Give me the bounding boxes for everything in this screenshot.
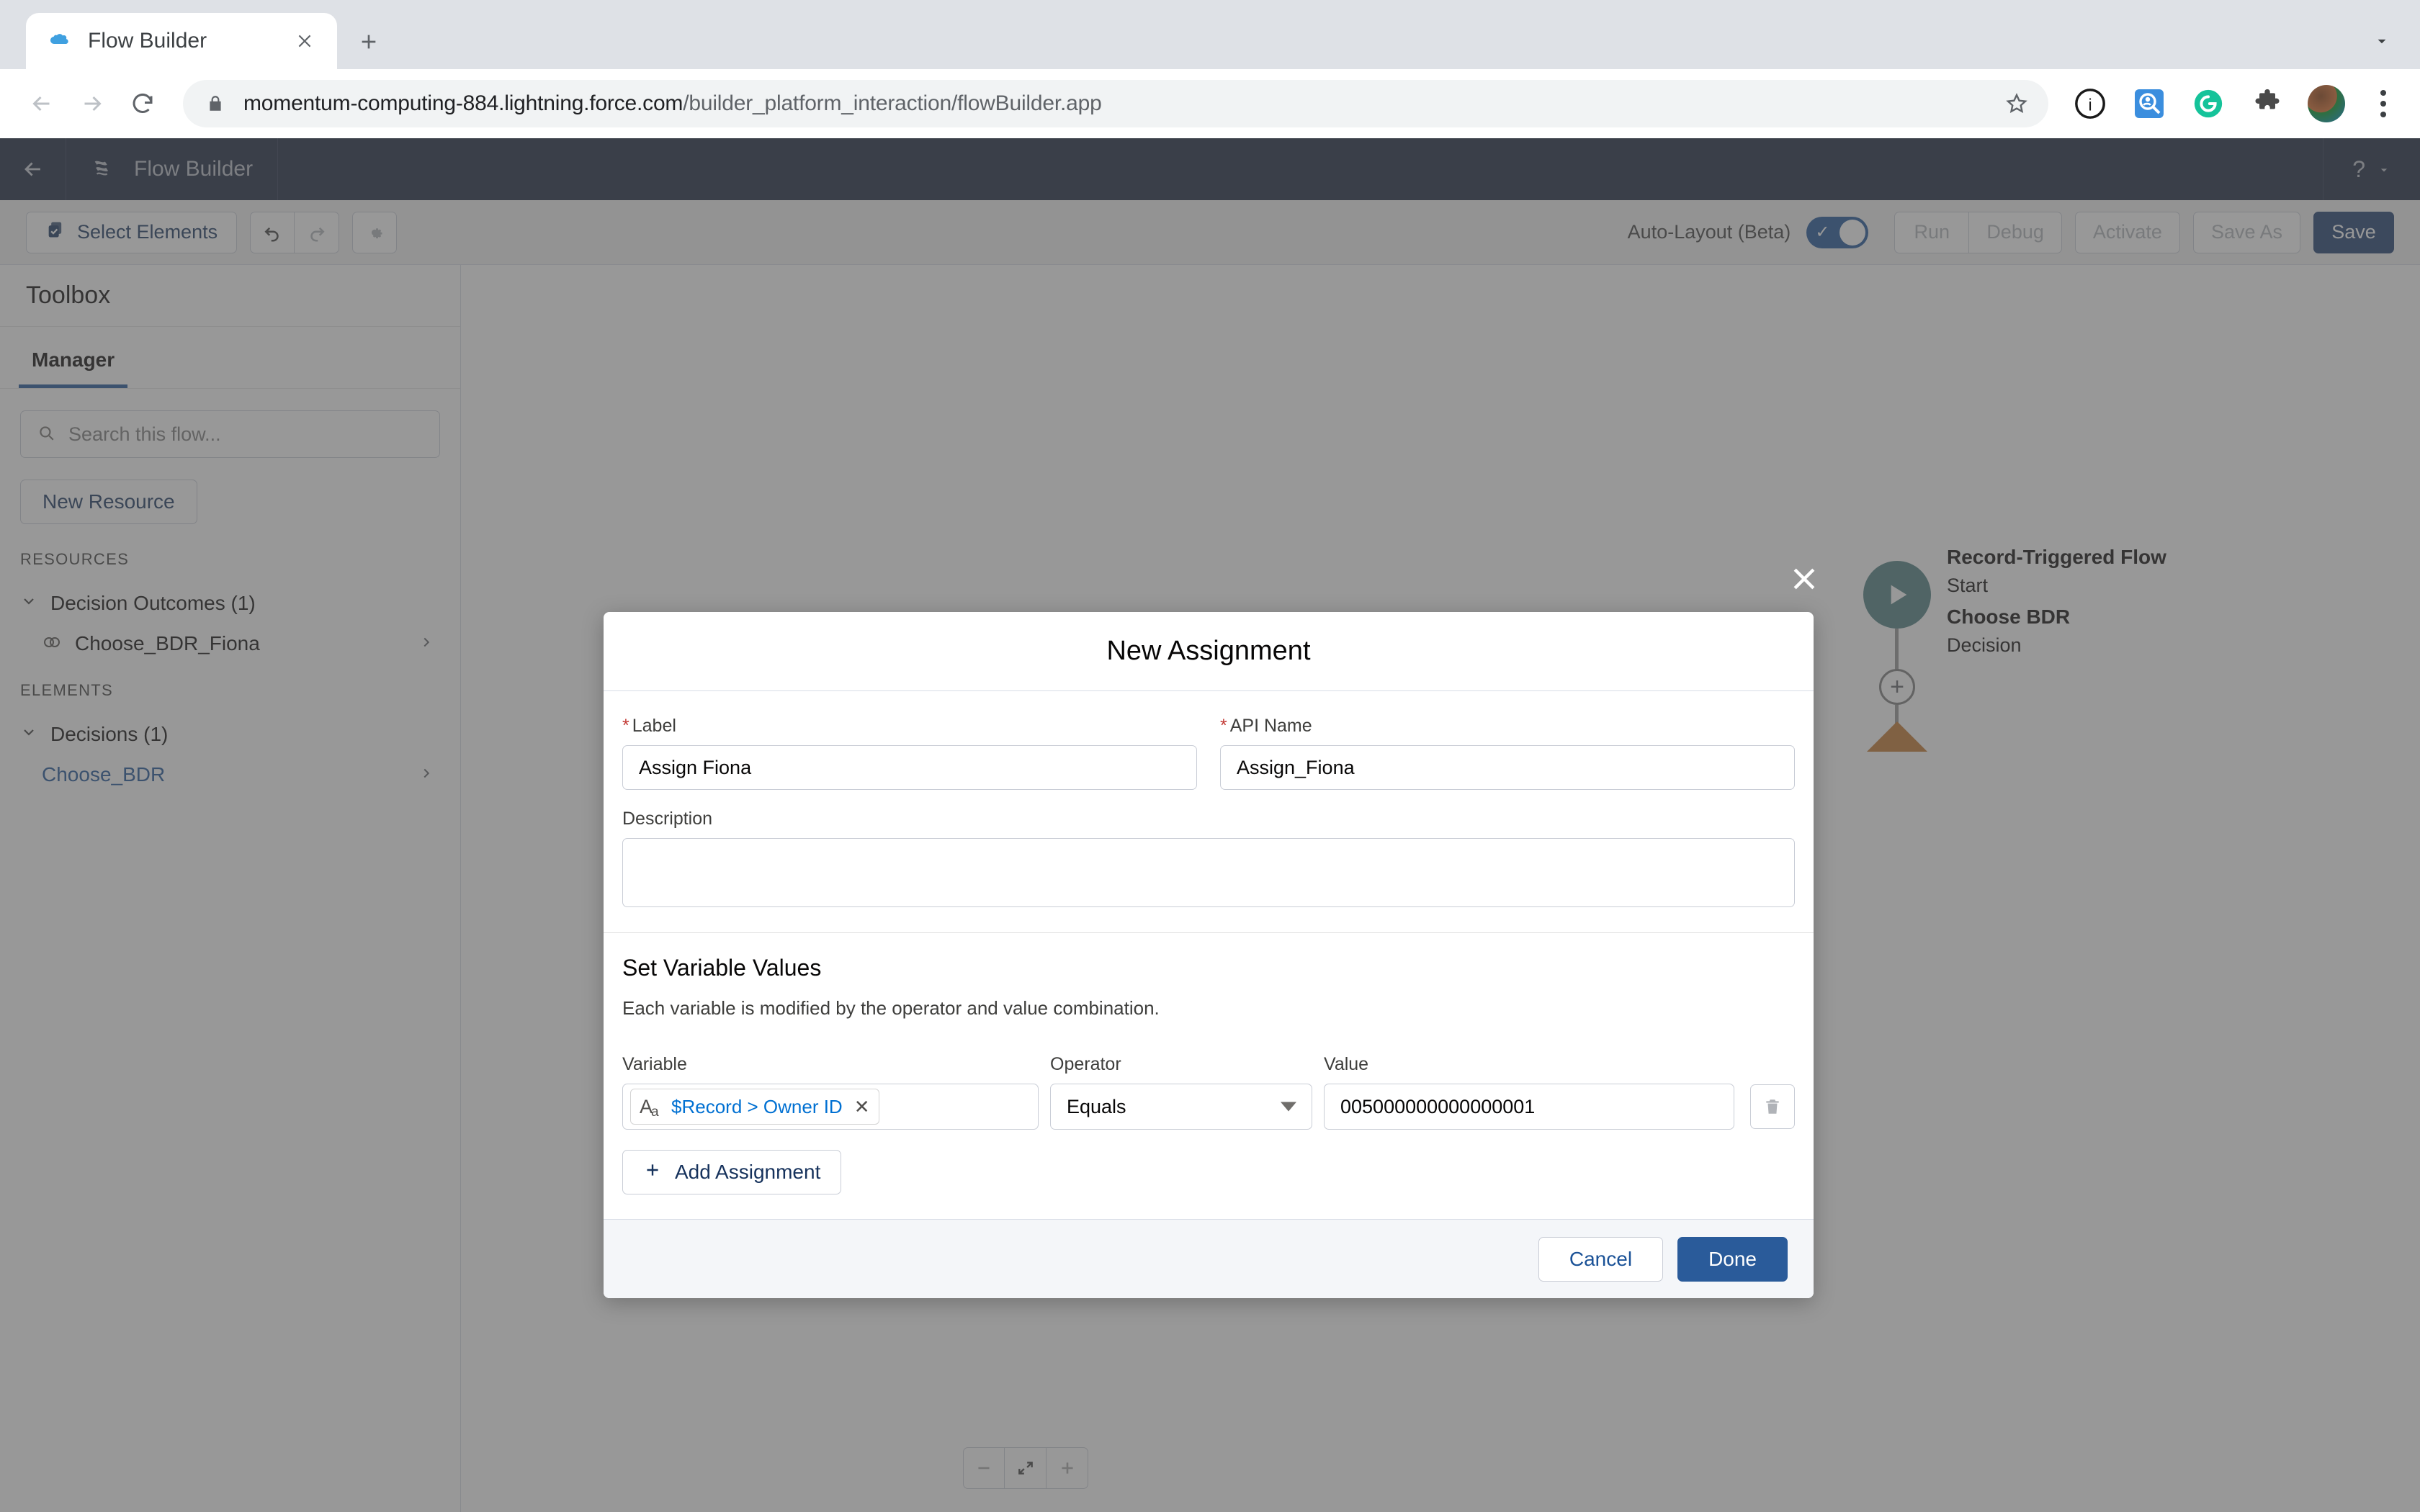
address-bar-url: momentum-computing-884.lightning.force.c… [243, 91, 1102, 116]
reload-button[interactable] [120, 81, 166, 127]
info-circle-icon[interactable]: i [2070, 84, 2110, 124]
puzzle-piece-icon[interactable] [2247, 84, 2287, 124]
modal-close-button[interactable] [1785, 559, 1824, 598]
avatar[interactable] [2306, 84, 2347, 124]
modal-header: New Assignment [604, 612, 1814, 691]
svg-text:i: i [2088, 96, 2092, 114]
url-host: momentum-computing-884.lightning.force.c… [243, 91, 684, 115]
browser-tab[interactable]: Flow Builder [26, 13, 337, 69]
add-assignment-button[interactable]: Add Assignment [622, 1150, 842, 1194]
set-variable-values-title: Set Variable Values [622, 955, 822, 981]
value-column-header: Value [1324, 1054, 1369, 1074]
value-input[interactable] [1324, 1084, 1734, 1130]
modal-body: *Label *API Name Description Set Variabl… [604, 691, 1814, 1219]
api-name-text: API Name [1229, 716, 1312, 736]
done-button[interactable]: Done [1677, 1236, 1788, 1282]
api-name-field-label: * API Name [1220, 716, 1795, 737]
modal-footer: Cancel Done [604, 1219, 1814, 1298]
flow-builder-app: Flow Builder ? Select Elements [0, 138, 2420, 1512]
label-field-label: * Label [622, 716, 1197, 737]
modal-title: New Assignment [1106, 636, 1311, 666]
operator-column-header: Operator [1050, 1054, 1121, 1074]
variable-pill-text: $Record > Owner ID [671, 1095, 843, 1117]
search-person-icon[interactable] [2129, 84, 2169, 124]
label-field-group: * Label [622, 716, 1197, 790]
extension-icons: i [2066, 84, 2401, 124]
star-icon[interactable] [1996, 84, 2037, 124]
new-tab-button[interactable] [347, 20, 390, 63]
description-field-group: Description [622, 809, 1795, 911]
required-marker: * [622, 716, 629, 736]
assignment-row: Aa $Record > Owner ID ✕ Equals [622, 1084, 1795, 1130]
plus-icon [643, 1161, 662, 1184]
add-assignment-label: Add Assignment [675, 1161, 821, 1183]
close-icon[interactable]: ✕ [854, 1096, 870, 1118]
label-input[interactable] [622, 745, 1197, 790]
kebab-menu-icon[interactable] [2365, 84, 2401, 124]
variable-pill[interactable]: Aa $Record > Owner ID ✕ [630, 1089, 879, 1125]
text-format-icon: Aa [640, 1095, 659, 1120]
grammarly-icon[interactable] [2188, 84, 2228, 124]
assignment-column-headers: Variable Operator Value [622, 1054, 1795, 1075]
section-divider [604, 932, 1814, 933]
description-textarea[interactable] [622, 838, 1795, 907]
chevron-down-icon[interactable] [2365, 24, 2398, 58]
api-name-field-group: * API Name [1220, 716, 1795, 790]
description-field-label: Description [622, 809, 713, 829]
operator-select[interactable]: Equals [1050, 1084, 1312, 1130]
variable-combobox[interactable]: Aa $Record > Owner ID ✕ [622, 1084, 1039, 1130]
variable-column-header: Variable [622, 1054, 687, 1074]
salesforce-cloud-icon [48, 29, 72, 53]
browser-toolbar: momentum-computing-884.lightning.force.c… [0, 69, 2420, 138]
chevron-down-icon [1281, 1102, 1296, 1112]
browser-chrome: Flow Builder momentum-computing-884.ligh… [0, 0, 2420, 138]
set-variable-values-subtitle: Each variable is modified by the operato… [622, 997, 1160, 1019]
new-assignment-modal: New Assignment *Label *API Name Descript… [604, 612, 1814, 1298]
api-name-input[interactable] [1220, 745, 1795, 790]
label-text: Label [632, 716, 676, 736]
delete-assignment-button[interactable] [1750, 1084, 1795, 1129]
back-button[interactable] [19, 81, 65, 127]
forward-button[interactable] [69, 81, 115, 127]
browser-tabstrip: Flow Builder [0, 0, 2420, 69]
lock-icon [203, 94, 228, 113]
close-icon[interactable] [288, 24, 321, 58]
browser-tab-title: Flow Builder [88, 29, 207, 53]
address-bar[interactable]: momentum-computing-884.lightning.force.c… [183, 80, 2048, 127]
cancel-button[interactable]: Cancel [1538, 1236, 1664, 1282]
required-marker: * [1220, 716, 1227, 736]
url-path: /builder_platform_interaction/flowBuilde… [683, 91, 1102, 115]
operator-select-wrap: Equals [1050, 1084, 1312, 1130]
